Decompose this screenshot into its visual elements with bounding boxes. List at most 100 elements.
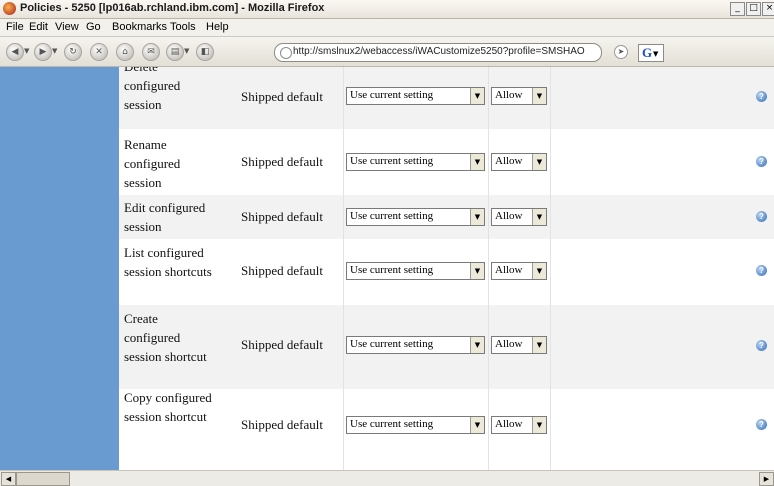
policy-access-value: Allow	[495, 155, 523, 167]
policy-setting-value: Use current setting	[350, 418, 434, 430]
window-title-bar: Policies - 5250 [lp016ab.rchland.ibm.com…	[0, 0, 774, 19]
policy-setting-select[interactable]: Use current setting ▼	[346, 153, 485, 171]
search-engine-button[interactable]: G ▼	[638, 44, 664, 62]
chevron-down-icon: ▼	[470, 154, 484, 170]
chevron-down-icon: ▼	[532, 337, 546, 353]
menu-bar: File Edit View Go Bookmarks Tools Help	[0, 19, 774, 37]
policy-name: List configured session shortcuts	[124, 245, 212, 279]
help-icon[interactable]: ?	[756, 340, 767, 351]
help-icon[interactable]: ?	[756, 265, 767, 276]
page-info-icon[interactable]: ◧	[196, 43, 214, 61]
policy-setting-select[interactable]: Use current setting ▼	[346, 208, 485, 226]
menu-view[interactable]: View	[55, 21, 79, 33]
chevron-down-icon: ▼	[470, 209, 484, 225]
policy-access-select[interactable]: Allow ▼	[491, 153, 547, 171]
policy-access-value: Allow	[495, 89, 523, 101]
policy-default: Shipped default	[241, 89, 323, 104]
policy-setting-value: Use current setting	[350, 338, 434, 350]
address-text[interactable]: http://smslnux2/webaccess/iWACustomize52…	[293, 46, 585, 57]
policy-access-value: Allow	[495, 210, 523, 222]
back-icon[interactable]: ◀	[6, 43, 24, 61]
policy-setting-value: Use current setting	[350, 155, 434, 167]
maximize-button[interactable]: □	[746, 2, 761, 16]
site-icon	[280, 47, 292, 59]
address-bar[interactable]: http://smslnux2/webaccess/iWACustomize52…	[274, 43, 602, 62]
policy-setting-value: Use current setting	[350, 264, 434, 276]
policy-setting-select[interactable]: Use current setting ▼	[346, 416, 485, 434]
help-icon[interactable]: ?	[756, 419, 767, 430]
policy-access-select[interactable]: Allow ▼	[491, 208, 547, 226]
go-icon[interactable]: ➤	[614, 45, 628, 59]
chevron-down-icon: ▼	[470, 417, 484, 433]
page-content: Delete configured session Shipped defaul…	[0, 67, 774, 470]
home-icon[interactable]: ⌂	[116, 43, 134, 61]
policy-setting-value: Use current setting	[350, 210, 434, 222]
chevron-down-icon: ▼	[470, 337, 484, 353]
navigation-toolbar: ◀ ▼ ▶ ▼ ↻ ✕ ⌂ ✉ ▤ ▼ ◧ http://smslnux2/we…	[0, 37, 774, 67]
policy-row: List configured session shortcuts Shippe…	[119, 239, 774, 305]
mail-icon[interactable]: ✉	[142, 43, 160, 61]
menu-file[interactable]: File	[6, 21, 24, 33]
policy-access-select[interactable]: Allow ▼	[491, 87, 547, 105]
column-divider	[550, 67, 551, 470]
policy-setting-select[interactable]: Use current setting ▼	[346, 262, 485, 280]
stop-icon[interactable]: ✕	[90, 43, 108, 61]
policy-name: Edit configured session	[124, 200, 206, 234]
policy-name: Rename configured session	[124, 137, 181, 190]
search-chevron-icon: ▼	[653, 50, 659, 58]
policy-access-select[interactable]: Allow ▼	[491, 336, 547, 354]
policy-setting-select[interactable]: Use current setting ▼	[346, 87, 485, 105]
policy-row: Create configured session shortcut Shipp…	[119, 305, 774, 389]
window-title: Policies - 5250 [lp016ab.rchland.ibm.com…	[20, 2, 325, 14]
policy-name: Copy configured session shortcut	[124, 390, 212, 424]
policy-access-select[interactable]: Allow ▼	[491, 416, 547, 434]
print-chevron-icon[interactable]: ▼	[184, 47, 189, 55]
policy-row: Delete configured session Shipped defaul…	[119, 67, 774, 129]
policy-name: Delete configured session	[124, 67, 181, 112]
column-divider	[488, 67, 489, 470]
minimize-button[interactable]: _	[730, 2, 745, 16]
forward-icon[interactable]: ▶	[34, 43, 52, 61]
policy-default: Shipped default	[241, 417, 323, 432]
chevron-down-icon: ▼	[532, 88, 546, 104]
policy-row: Edit configured session Shipped default …	[119, 195, 774, 239]
chevron-down-icon: ▼	[532, 209, 546, 225]
horizontal-scrollbar[interactable]: ◀ ▶	[0, 470, 774, 486]
navigation-sidebar	[0, 67, 119, 470]
policy-default: Shipped default	[241, 263, 323, 278]
forward-history-chevron-icon[interactable]: ▼	[52, 47, 57, 55]
google-icon: G	[642, 45, 653, 60]
menu-tools[interactable]: Tools	[170, 21, 196, 33]
policy-access-select[interactable]: Allow ▼	[491, 262, 547, 280]
policy-row: Rename configured session Shipped defaul…	[119, 129, 774, 195]
policy-default: Shipped default	[241, 337, 323, 352]
back-history-chevron-icon[interactable]: ▼	[24, 47, 29, 55]
chevron-down-icon: ▼	[470, 263, 484, 279]
chevron-down-icon: ▼	[532, 154, 546, 170]
menu-bookmarks[interactable]: Bookmarks	[112, 21, 167, 33]
close-button[interactable]: ×	[762, 2, 774, 16]
column-divider	[343, 67, 344, 470]
print-icon[interactable]: ▤	[166, 43, 184, 61]
chevron-down-icon: ▼	[532, 417, 546, 433]
policy-row: Copy configured session shortcut Shipped…	[119, 389, 774, 467]
scroll-thumb[interactable]	[16, 472, 70, 486]
reload-icon[interactable]: ↻	[64, 43, 82, 61]
policy-default: Shipped default	[241, 154, 323, 169]
policy-access-value: Allow	[495, 418, 523, 430]
policy-default: Shipped default	[241, 209, 323, 224]
firefox-icon	[3, 2, 16, 15]
chevron-down-icon: ▼	[532, 263, 546, 279]
menu-go[interactable]: Go	[86, 21, 101, 33]
help-icon[interactable]: ?	[756, 91, 767, 102]
policy-setting-value: Use current setting	[350, 89, 434, 101]
scroll-left-icon[interactable]: ◀	[1, 472, 16, 486]
policy-name: Create configured session shortcut	[124, 311, 207, 364]
policy-setting-select[interactable]: Use current setting ▼	[346, 336, 485, 354]
help-icon[interactable]: ?	[756, 211, 767, 222]
menu-help[interactable]: Help	[206, 21, 229, 33]
menu-edit[interactable]: Edit	[29, 21, 48, 33]
help-icon[interactable]: ?	[756, 156, 767, 167]
policy-access-value: Allow	[495, 264, 523, 276]
scroll-right-icon[interactable]: ▶	[759, 472, 774, 486]
